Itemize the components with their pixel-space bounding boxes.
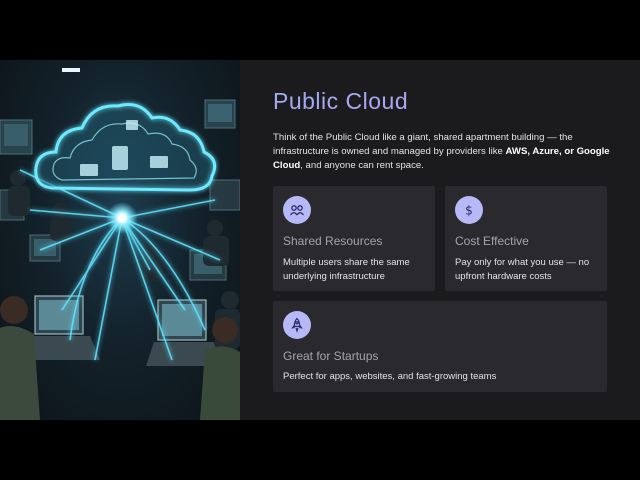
users-icon	[283, 196, 311, 224]
card-description: Multiple users share the same underlying …	[283, 256, 410, 284]
card-title: Cost Effective	[455, 234, 529, 248]
card-shared-resources: Shared Resources Multiple users share th…	[273, 186, 435, 291]
card-desc-line2: upfront hardware costs	[455, 271, 552, 282]
cloud-network-illustration	[0, 60, 240, 420]
network-core	[117, 213, 127, 223]
svg-text:$: $	[465, 204, 473, 218]
card-desc-line1: Pay only for what you use — no	[455, 257, 590, 268]
front-laptops	[22, 295, 222, 366]
rocket-icon	[283, 311, 311, 339]
card-desc-line1: Multiple users share the same	[283, 257, 410, 268]
card-title: Great for Startups	[283, 349, 379, 363]
card-title: Shared Resources	[283, 234, 383, 248]
content-panel: Public Cloud Think of the Public Cloud l…	[240, 60, 640, 420]
card-description: Perfect for apps, websites, and fast-gro…	[283, 371, 497, 382]
card-description: Pay only for what you use — no upfront ha…	[455, 256, 589, 284]
ceiling-light	[62, 68, 80, 72]
intro-text-after: , and anyone can rent space.	[300, 160, 424, 171]
card-great-for-startups: Great for Startups Perfect for apps, web…	[273, 301, 607, 392]
illustration-svg	[0, 68, 240, 420]
slide: Public Cloud Think of the Public Cloud l…	[0, 60, 640, 420]
card-cost-effective: $ Cost Effective Pay only for what you u…	[445, 186, 607, 291]
intro-paragraph: Think of the Public Cloud like a giant, …	[273, 131, 618, 173]
dollar-icon: $	[455, 196, 483, 224]
card-desc-line2: underlying infrastructure	[283, 271, 385, 282]
page-title: Public Cloud	[273, 88, 409, 114]
